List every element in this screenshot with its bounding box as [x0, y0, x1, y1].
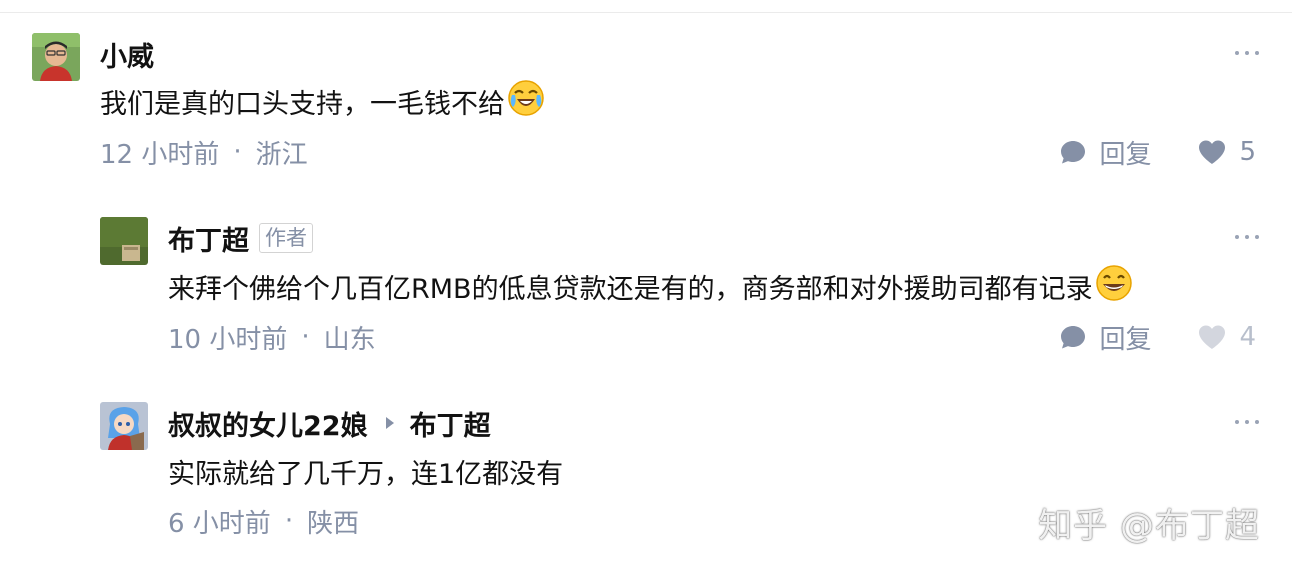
- comment-actions: 回复 5: [1059, 132, 1256, 172]
- author-line: 小威: [100, 34, 154, 74]
- comment-meta: 12 小时前 · 浙江: [100, 132, 308, 172]
- author-badge: 作者: [259, 223, 313, 253]
- comment-text: 来拜个佛给个几百亿RMB的低息贷款还是有的，商务部和对外援助司都有记录: [168, 264, 1133, 309]
- more-dots-icon[interactable]: [1235, 417, 1259, 427]
- comment-text: 我们是真的口头支持，一毛钱不给: [100, 79, 545, 124]
- author-name[interactable]: 叔叔的女儿22娘: [168, 404, 368, 443]
- comment-text: 实际就给了几千万，连1亿都没有: [168, 451, 563, 491]
- reply-button[interactable]: 回复: [1059, 319, 1151, 356]
- meta-separator: ·: [284, 506, 294, 536]
- reply-label: 回复: [1099, 324, 1152, 355]
- comment-time: 6 小时前: [168, 508, 271, 539]
- comment-meta: 6 小时前 · 陕西: [168, 501, 359, 541]
- comment-text-content: 我们是真的口头支持，一毛钱不给: [100, 88, 505, 120]
- like-button[interactable]: 4: [1197, 322, 1256, 352]
- comment-time: 10 小时前: [168, 324, 288, 355]
- comment-meta: 10 小时前 · 山东: [168, 317, 376, 357]
- comment-bubble-icon: [1061, 326, 1086, 349]
- reply-label: 回复: [1099, 139, 1152, 170]
- author-line: 叔叔的女儿22娘 布丁超: [168, 403, 491, 443]
- heart-icon: [1199, 325, 1226, 349]
- avatar[interactable]: [100, 217, 148, 265]
- author-name[interactable]: 小威: [100, 35, 154, 74]
- grinning-emoji-icon: [1095, 264, 1133, 309]
- avatar[interactable]: [100, 402, 148, 450]
- meta-separator: ·: [233, 137, 242, 167]
- author-name[interactable]: 布丁超: [168, 219, 249, 258]
- comment-location: 陕西: [307, 508, 360, 539]
- reply-to-arrow-icon: [385, 417, 394, 429]
- comment-location: 山东: [323, 324, 376, 355]
- comment-bubble-icon: [1061, 141, 1086, 164]
- reply-button[interactable]: 回复: [1059, 134, 1151, 171]
- like-count: 4: [1239, 322, 1256, 352]
- comment-time: 12 小时前: [100, 139, 220, 170]
- meta-separator: ·: [301, 322, 310, 352]
- comment-location: 浙江: [255, 139, 308, 170]
- heart-icon: [1199, 140, 1226, 164]
- like-count: 5: [1239, 137, 1256, 167]
- like-button[interactable]: 5: [1197, 137, 1256, 167]
- comment-actions: 回复 4: [1059, 317, 1256, 357]
- avatar[interactable]: [32, 33, 80, 81]
- more-dots-icon[interactable]: [1235, 48, 1259, 58]
- comment-text-content: 来拜个佛给个几百亿RMB的低息贷款还是有的，商务部和对外援助司都有记录: [168, 273, 1093, 305]
- more-dots-icon[interactable]: [1235, 232, 1259, 242]
- watermark: 知乎 @布丁超: [1038, 506, 1260, 546]
- author-line: 布丁超 作者: [168, 218, 313, 258]
- comment-text-content: 实际就给了几千万，连1亿都没有: [168, 458, 564, 490]
- crying-laughing-emoji-icon: [507, 79, 545, 124]
- top-divider: [0, 12, 1292, 13]
- reply-to-name[interactable]: 布丁超: [410, 404, 491, 443]
